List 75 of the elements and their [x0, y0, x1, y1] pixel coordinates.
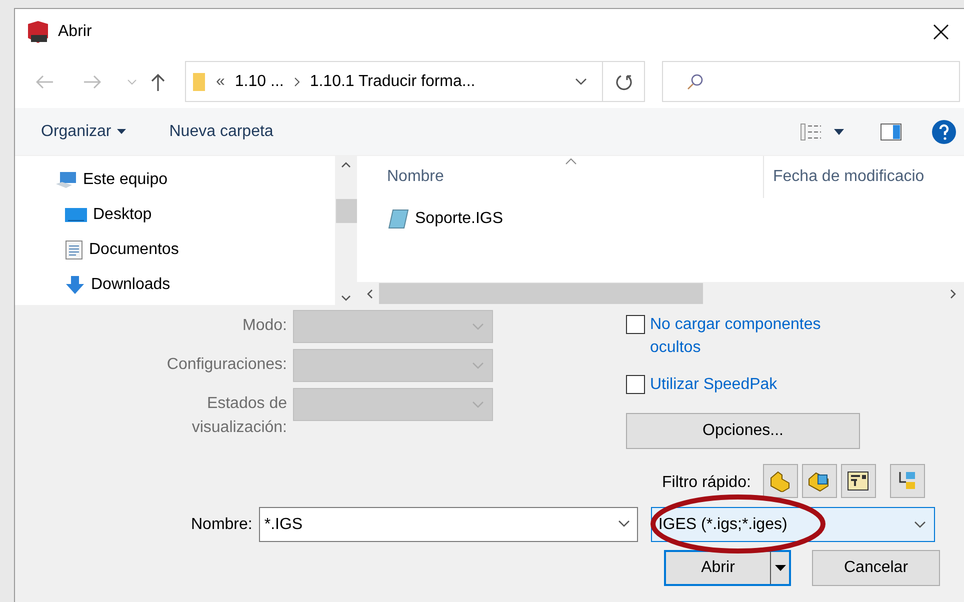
field-label: Configuraciones: [166, 355, 287, 375]
nav-item[interactable]: Desktop [93, 206, 152, 224]
organize-menu-button[interactable]: Organizar [41, 122, 126, 140]
chevron-down-icon [472, 400, 484, 408]
file-type-dropdown[interactable]: IGES (*.igs;*.iges) [651, 507, 936, 542]
name-label: Nombre: [191, 516, 252, 534]
help-icon [932, 120, 956, 144]
nav-item[interactable]: Downloads [91, 276, 170, 294]
scroll-right-icon [950, 288, 956, 298]
folder-icon [192, 72, 206, 92]
arrow-right-icon [83, 74, 101, 88]
breadcrumb[interactable]: 1.10.1 Traducir forma... [310, 72, 476, 90]
refresh-icon [614, 72, 632, 90]
assembly-icon [807, 470, 832, 492]
scroll-thumb[interactable] [336, 199, 358, 223]
download-icon [65, 275, 85, 295]
document-icon [65, 240, 83, 260]
breadcrumb[interactable]: 1.10 ... [234, 72, 284, 90]
chevron-down-icon [127, 78, 137, 84]
chevron-down-icon [914, 520, 926, 528]
view-options-button[interactable] [800, 122, 822, 140]
chevron-right-icon [294, 76, 300, 86]
arrow-left-icon [36, 74, 54, 88]
pane-icon [880, 122, 902, 140]
column-header[interactable]: Nombre [357, 156, 764, 198]
computer-icon [55, 171, 77, 189]
nav-item[interactable]: Este equipo [83, 171, 168, 189]
chevron-down-icon [575, 78, 587, 86]
sort-caret-icon [565, 158, 577, 165]
column-header[interactable]: Fecha de modificacio [764, 156, 964, 198]
preview-pane-button[interactable] [880, 122, 902, 140]
part-icon [768, 470, 792, 492]
nav-item[interactable]: Documentos [89, 241, 179, 259]
quick-filter-label: Filtro rápido: [662, 474, 751, 492]
filter-button[interactable] [802, 464, 837, 498]
app-logo-icon [26, 20, 50, 44]
overflow-chevron[interactable]: « [216, 72, 225, 90]
search-field[interactable] [662, 61, 960, 102]
cancel-button[interactable]: Cancelar [812, 550, 940, 586]
scroll-thumb[interactable] [379, 283, 703, 304]
checkbox-label[interactable]: Utilizar SpeedPak [650, 373, 778, 396]
caret-icon [774, 565, 786, 571]
checkbox[interactable] [626, 315, 645, 334]
chevron-down-icon [472, 322, 484, 330]
chevron-down-icon [618, 520, 630, 528]
field-label: Estados de visualización: [190, 394, 287, 438]
help-button[interactable] [932, 120, 956, 144]
filter-button[interactable] [840, 464, 876, 498]
scroll-down-icon [341, 295, 352, 301]
view-menu-button[interactable] [834, 128, 844, 134]
scroll-left-icon [367, 288, 373, 298]
details-view-icon [800, 122, 822, 140]
search-icon [687, 74, 703, 90]
field-label: Modo: [242, 316, 287, 336]
scroll-up-icon [341, 162, 352, 168]
close-icon [933, 24, 949, 40]
caret-icon [117, 129, 126, 134]
vertical-scrollbar[interactable] [335, 156, 357, 305]
open-button[interactable]: Abrir [664, 550, 791, 586]
address-bar[interactable]: « 1.10 ... 1.10.1 Traducir forma... [185, 61, 645, 102]
checkbox[interactable] [626, 375, 645, 394]
file-name-field[interactable]: *.IGS [259, 507, 638, 542]
new-folder-button[interactable]: Nueva carpeta [169, 122, 274, 140]
checkbox-label[interactable]: No cargar componentes ocultos [650, 313, 856, 359]
file-name[interactable]: Soporte.IGS [415, 210, 504, 228]
horizontal-scrollbar[interactable] [357, 282, 964, 305]
file-icon [387, 209, 409, 229]
filter-button[interactable] [762, 464, 798, 498]
monitor-icon [65, 207, 87, 223]
arrow-up-icon [151, 72, 165, 90]
chevron-down-icon [472, 362, 484, 370]
window-title: Abrir [58, 23, 93, 41]
caret-icon [834, 128, 844, 134]
options-button[interactable]: Opciones... [626, 413, 860, 449]
drawing-sheet-icon [847, 471, 870, 491]
